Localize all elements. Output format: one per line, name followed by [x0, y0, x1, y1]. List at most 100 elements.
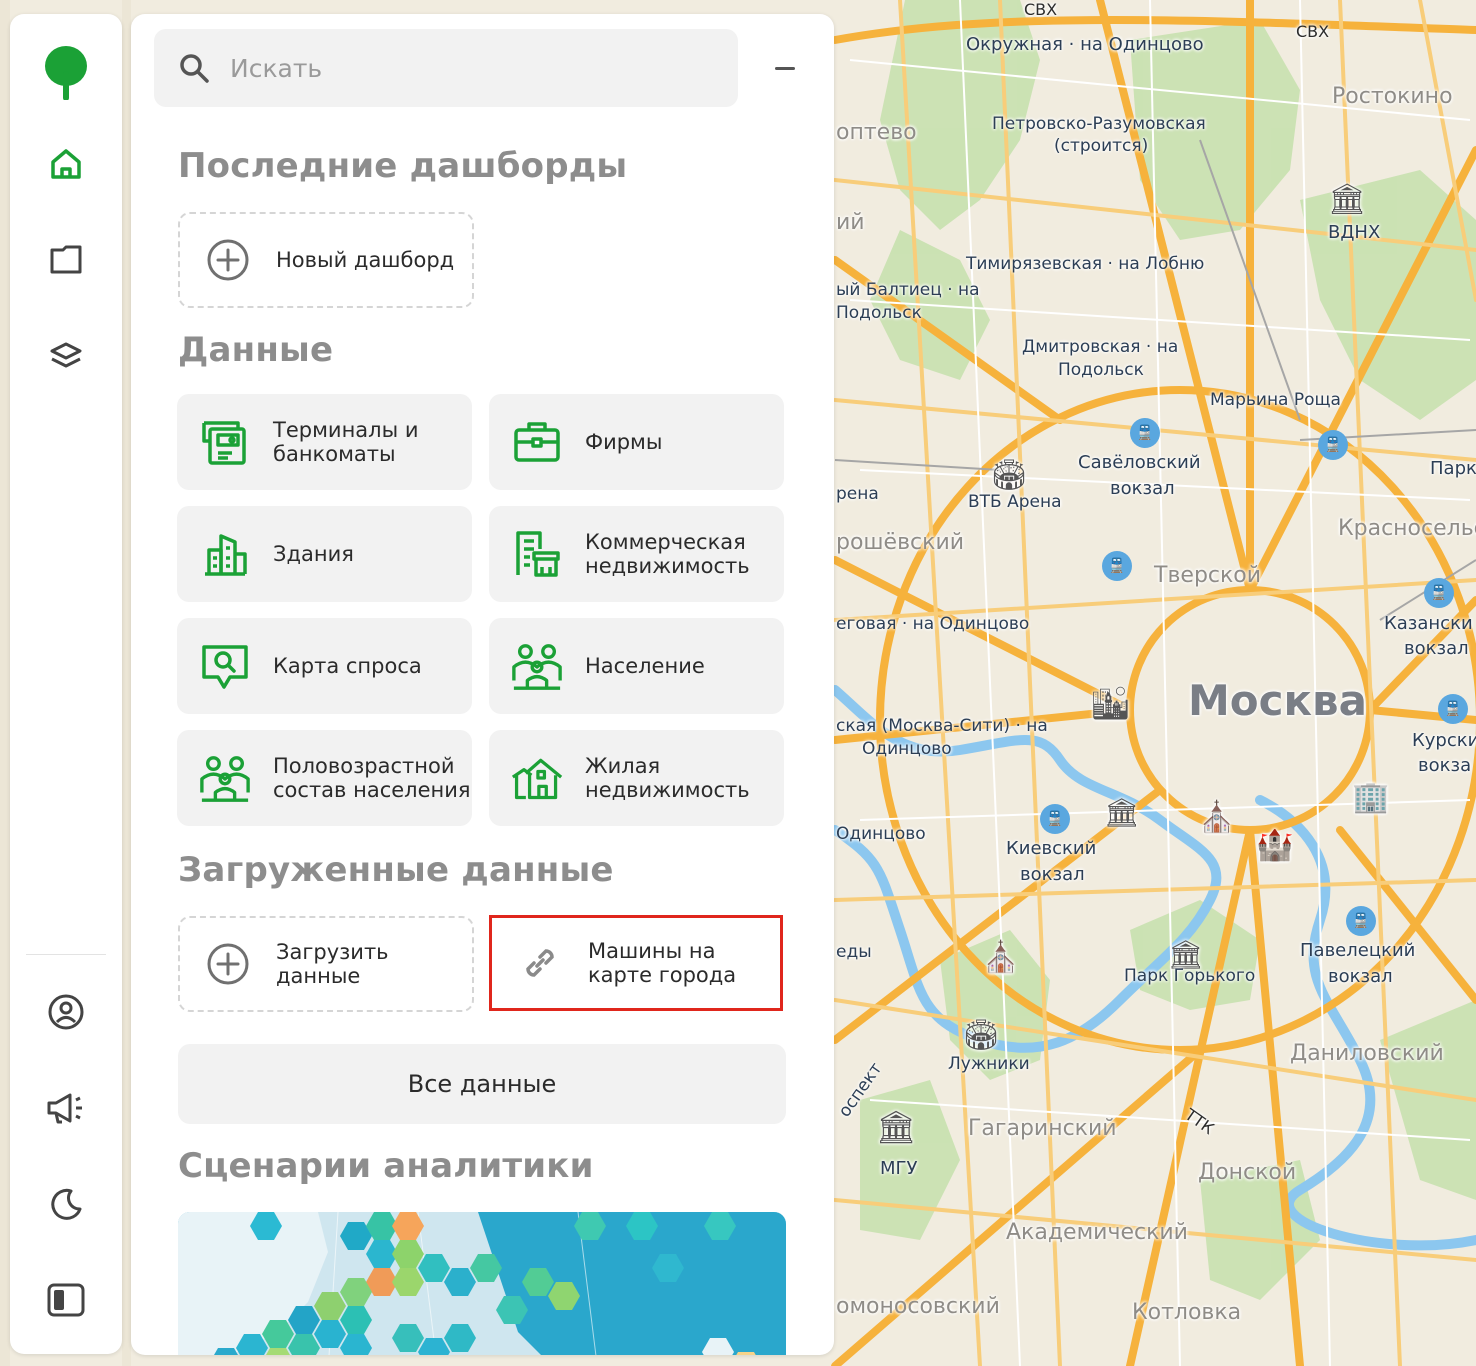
map-label: Подольск: [1058, 360, 1144, 380]
mgu-building-icon: 🏛: [876, 1108, 917, 1146]
commercial-property-icon: [511, 528, 563, 580]
map-label: Ростокино: [1332, 84, 1453, 109]
folder-icon[interactable]: [38, 232, 94, 288]
side-panel: Последние дашборды Новый дашборд Данные …: [131, 14, 834, 1355]
map-label: Савёловский: [1078, 452, 1201, 473]
tile-age-sex[interactable]: Половозрастной состав населения: [177, 730, 472, 826]
layers-icon[interactable]: [38, 328, 94, 384]
landmark-icon: 🏛: [1104, 796, 1140, 829]
residential-icon: [511, 752, 563, 804]
map-label: Марьина Роща: [1210, 390, 1341, 410]
map-label: Тимирязевская · на Лобню: [966, 254, 1205, 274]
landmark-vdnh-icon: 🏛: [1328, 182, 1367, 217]
link-icon: [526, 949, 554, 977]
skyscraper-icon: 🏙: [1090, 684, 1131, 722]
uploaded-data-title: Загруженные данные: [178, 850, 614, 890]
map-label: ий: [836, 210, 865, 235]
atm-icon: [199, 416, 251, 468]
buildings-icon: [199, 528, 251, 580]
map-label: оптево: [836, 120, 917, 145]
scenario-card-thumbnail[interactable]: [178, 1212, 786, 1355]
map-label: (строится): [1054, 136, 1149, 156]
tower-icon: 🏢: [1352, 780, 1390, 815]
upload-data-label: Загрузить данные: [276, 940, 389, 988]
train-station-icon[interactable]: 🚆: [1130, 418, 1160, 448]
left-rail: [10, 14, 122, 1354]
plus-circle-icon: [207, 943, 249, 985]
collapse-panel-button[interactable]: [767, 50, 803, 86]
map-label: Красносельс: [1338, 516, 1476, 541]
map-label: Павелецкий: [1300, 940, 1416, 961]
scenarios-title: Сценарии аналитики: [178, 1146, 594, 1186]
map-label: вокзал: [1110, 478, 1175, 499]
tile-buildings[interactable]: Здания: [177, 506, 472, 602]
map-label: СВХ: [1296, 22, 1330, 41]
map-label: вокза: [1418, 755, 1472, 776]
map-label: ый Балтиец · на: [836, 280, 980, 300]
monastery-icon: ⛪: [982, 940, 1020, 975]
map-label: вокзал: [1020, 864, 1085, 885]
map-label: вокзал: [1328, 966, 1393, 987]
train-station-icon[interactable]: 🚆: [1424, 578, 1454, 608]
map-label: еговая · на Одинцово: [836, 614, 1030, 634]
map-label: Подольск: [836, 303, 922, 323]
megaphone-icon[interactable]: [38, 1080, 94, 1136]
map-label: Одинцово: [836, 824, 926, 844]
tile-label: Здания: [273, 542, 354, 566]
age-sex-icon: [199, 752, 251, 804]
map-label: Академический: [1006, 1220, 1188, 1245]
tile-label: Коммерческая недвижимость: [585, 530, 750, 578]
all-data-button[interactable]: Все данные: [178, 1044, 786, 1124]
map-label: МГУ: [880, 1158, 918, 1179]
tile-commercial-property[interactable]: Коммерческая недвижимость: [489, 506, 784, 602]
home-icon[interactable]: [38, 136, 94, 192]
map-label: Дмитровская · на: [1022, 337, 1179, 357]
tile-label: Население: [585, 654, 705, 678]
map-label: Окружная · на Одинцово: [966, 34, 1204, 55]
search-demand-icon: [199, 640, 251, 692]
kremlin-icon: 🏰: [1256, 828, 1294, 863]
briefcase-icon: [511, 416, 563, 468]
data-section-title: Данные: [178, 330, 334, 370]
new-dashboard-button[interactable]: Новый дашборд: [178, 212, 474, 308]
map-label: Петровско-Разумовская: [992, 114, 1206, 134]
tile-residential[interactable]: Жилая недвижимость: [489, 730, 784, 826]
dataset-cars-label: Машины на карте города: [588, 939, 737, 987]
map-label: СВХ: [1024, 0, 1058, 19]
tile-demand-map[interactable]: Карта спроса: [177, 618, 472, 714]
search-icon: [180, 54, 209, 83]
map-label: Парк Горького: [1124, 966, 1256, 986]
map-label: Одинцово: [862, 739, 952, 759]
train-station-icon[interactable]: 🚆: [1438, 694, 1468, 724]
tile-firms[interactable]: Фирмы: [489, 394, 784, 490]
map-label: Лужники: [948, 1054, 1030, 1074]
plus-circle-icon: [207, 239, 249, 281]
upload-data-button[interactable]: Загрузить данные: [178, 916, 474, 1012]
train-station-icon[interactable]: 🚆: [1346, 906, 1376, 936]
map-label: омоносовский: [836, 1294, 1000, 1319]
train-station-icon[interactable]: 🚆: [1040, 804, 1070, 834]
train-station-icon[interactable]: 🚆: [1318, 430, 1348, 460]
recent-dashboards-title: Последние дашборды: [178, 146, 628, 186]
search-bar[interactable]: [154, 29, 738, 107]
sidebar-toggle-icon[interactable]: [38, 1272, 94, 1328]
moon-icon[interactable]: [38, 1176, 94, 1232]
tree-logo-icon[interactable]: [38, 44, 94, 100]
population-icon: [511, 640, 563, 692]
map-label: Киевский: [1006, 838, 1097, 859]
train-station-icon[interactable]: 🚆: [1102, 551, 1132, 581]
map-label-city: Москва: [1188, 676, 1367, 725]
map-label: Котловка: [1132, 1300, 1242, 1325]
luzhniki-stadium-icon: 🏟: [962, 1018, 1001, 1053]
dataset-cars-on-map[interactable]: Машины на карте города: [489, 915, 783, 1011]
tile-population[interactable]: Население: [489, 618, 784, 714]
user-circle-icon[interactable]: [38, 984, 94, 1040]
cathedral-icon: ⛪: [1198, 800, 1236, 835]
search-input[interactable]: [228, 52, 712, 84]
tile-label: Фирмы: [585, 430, 663, 454]
map-label: рошёвский: [836, 530, 965, 555]
map-label: Курски: [1412, 730, 1476, 751]
hexbin-map-thumbnail: [178, 1212, 786, 1355]
tile-atms[interactable]: Терминалы и банкоматы: [177, 394, 472, 490]
map-label: Даниловский: [1290, 1041, 1444, 1066]
